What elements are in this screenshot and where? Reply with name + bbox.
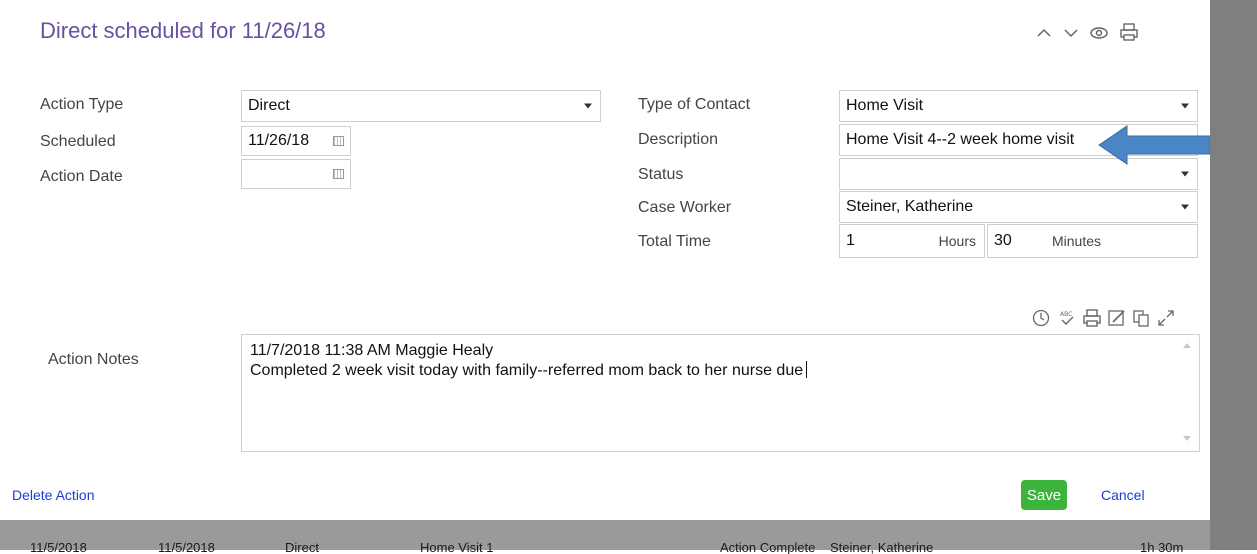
notes-line: 11/7/2018 11:38 AM Maggie Healy [250,342,494,359]
action-notes-label: Action Notes [48,351,139,368]
case-worker-select[interactable]: Steiner, Katherine [839,191,1198,223]
text-cursor [806,361,808,378]
action-type-select[interactable]: Direct [241,90,601,122]
chevron-down-icon [1181,103,1189,109]
bg-cell: 11/5/2018 [30,540,87,554]
cancel-link[interactable]: Cancel [1101,487,1145,503]
minutes-value: 30 [994,232,1012,249]
action-type-value: Direct [248,97,290,114]
bg-cell: Home Visit 1 [420,540,494,554]
hours-input[interactable]: 1 Hours [839,224,985,258]
save-button[interactable]: Save [1021,480,1067,510]
print-icon[interactable] [1119,22,1139,42]
chevron-down-icon [1181,204,1189,210]
chevron-down-icon[interactable] [1063,26,1079,40]
type-of-contact-value: Home Visit [846,97,924,114]
minutes-label: Minutes [1052,233,1102,249]
description-label: Description [638,131,719,148]
scroll-up-icon[interactable] [1183,343,1191,348]
background-overlay-right [1210,0,1257,550]
calendar-icon[interactable] [333,169,344,179]
chevron-up-icon[interactable] [1036,26,1052,40]
chevron-down-icon [1181,171,1189,177]
scheduled-date-input[interactable]: 11/26/18 [241,126,351,156]
status-label: Status [638,166,684,183]
minutes-input[interactable]: 30 Minutes [987,224,1198,258]
bg-cell: Steiner, Katherine [830,540,934,554]
expand-icon[interactable] [1156,308,1176,328]
notes-line: Completed 2 week visit today with family… [250,362,804,379]
action-type-label: Action Type [40,96,124,113]
bg-cell: Direct [285,540,319,554]
scheduled-value: 11/26/18 [248,132,310,149]
action-date-label: Action Date [40,168,123,185]
scheduled-label: Scheduled [40,133,116,150]
action-notes-textarea[interactable]: 11/7/2018 11:38 AM Maggie Healy Complete… [241,334,1200,452]
hours-label: Hours [938,233,976,249]
action-date-input[interactable] [241,159,351,189]
page-title: Direct scheduled for 11/26/18 [40,18,326,43]
delete-action-link[interactable]: Delete Action [12,487,95,503]
eye-icon[interactable] [1089,24,1109,42]
bg-cell: 11/5/2018 [158,540,215,554]
svg-text:ABC: ABC [1060,311,1072,318]
pointer-arrow-icon [1097,124,1211,166]
scroll-down-icon[interactable] [1183,436,1191,441]
spellcheck-icon[interactable]: ABC [1057,308,1077,328]
copy-icon[interactable] [1131,308,1151,328]
type-of-contact-select[interactable]: Home Visit [839,90,1198,122]
total-time-label: Total Time [638,233,711,250]
type-of-contact-label: Type of Contact [638,96,751,113]
edit-icon[interactable] [1107,308,1127,328]
case-worker-value: Steiner, Katherine [846,198,974,215]
description-value: Home Visit 4--2 week home visit [846,131,1075,148]
hours-value: 1 [846,232,855,249]
bg-cell: Action Complete [720,540,816,554]
notes-line-with-cursor: Completed 2 week visit today with family… [250,361,1191,381]
background-table-row: 11/5/2018 11/5/2018 Direct Home Visit 1 … [0,540,1210,554]
print-icon[interactable] [1082,308,1102,328]
bg-cell: 1h 30m [1140,540,1184,554]
chevron-down-icon [584,103,592,109]
clock-icon[interactable] [1031,308,1051,328]
case-worker-label: Case Worker [638,199,732,216]
calendar-icon[interactable] [333,136,344,146]
